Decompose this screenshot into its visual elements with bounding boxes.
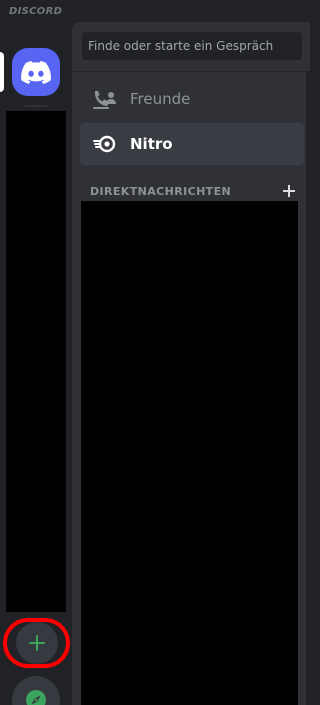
dm-list-redacted — [81, 201, 298, 705]
app-wordmark: DISCORD — [9, 6, 63, 17]
title-bar: DISCORD — [0, 0, 310, 22]
nav-item-label: Freunde — [130, 90, 191, 108]
dm-section-header: DIREKTNACHRICHTEN — [90, 182, 296, 200]
nitro-icon — [93, 135, 116, 153]
home-selected-indicator — [0, 52, 4, 92]
scrollbar[interactable] — [306, 71, 310, 705]
rail-separator — [24, 105, 48, 107]
explore-servers-button[interactable] — [12, 676, 60, 705]
dm-section-title: DIREKTNACHRICHTEN — [90, 184, 232, 198]
nav-item-nitro[interactable]: Nitro — [80, 123, 304, 165]
friends-wave-icon — [93, 91, 116, 109]
search-area: Finde oder starte ein Gespräch — [72, 22, 310, 71]
discord-logo-icon — [21, 60, 51, 84]
server-rail — [0, 22, 72, 705]
dm-sidebar: Finde oder starte ein Gespräch Freunde N… — [72, 22, 310, 705]
add-server-highlight — [3, 618, 70, 668]
nav-item-label: Nitro — [130, 135, 173, 153]
plus-icon — [283, 185, 295, 197]
create-dm-button[interactable] — [282, 184, 296, 198]
search-input[interactable]: Finde oder starte ein Gespräch — [82, 32, 302, 60]
add-server-button[interactable] — [16, 622, 58, 664]
compass-icon — [26, 690, 46, 705]
plus-icon — [29, 635, 45, 651]
search-placeholder: Finde oder starte ein Gespräch — [88, 39, 274, 53]
server-list-redacted — [6, 111, 66, 612]
nav-item-friends[interactable]: Freunde — [80, 78, 304, 120]
home-button[interactable] — [12, 48, 60, 96]
